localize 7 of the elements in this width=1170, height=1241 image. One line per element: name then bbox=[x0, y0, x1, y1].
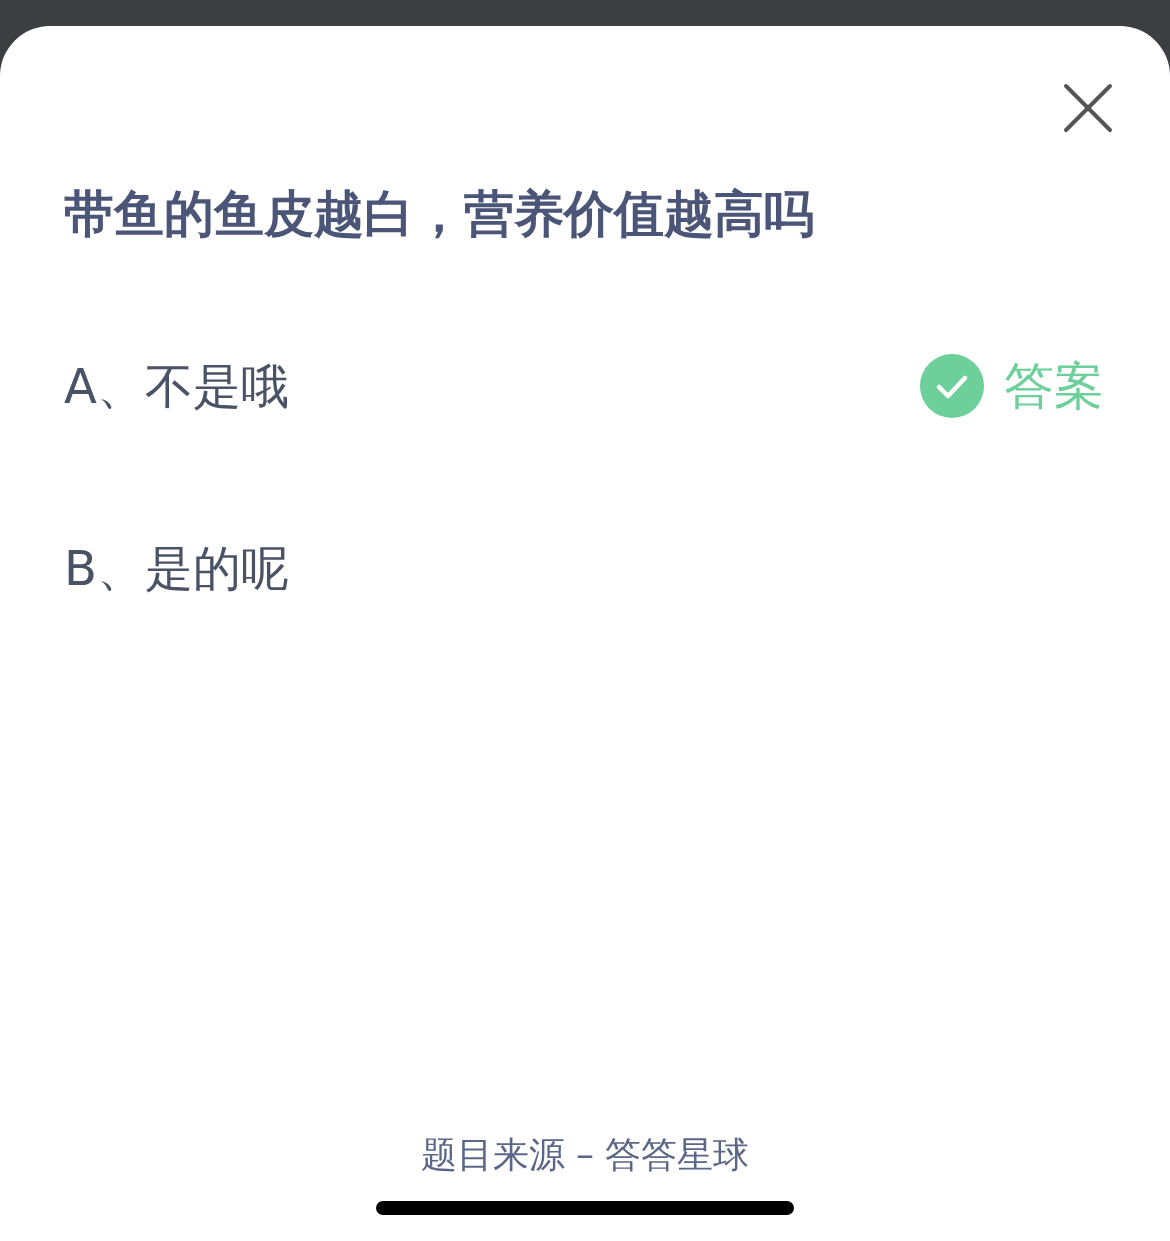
answer-label: 答案 bbox=[1004, 356, 1104, 417]
close-button[interactable] bbox=[1062, 82, 1114, 134]
option-text[interactable]: A、不是哦 bbox=[64, 350, 289, 422]
option-text[interactable]: B、是的呢 bbox=[64, 532, 289, 604]
source-text: 题目来源 – 答答星球 bbox=[420, 1133, 750, 1177]
close-icon bbox=[1063, 83, 1113, 133]
question-title: 带鱼的鱼皮越白，营养价值越高吗 bbox=[64, 184, 814, 245]
